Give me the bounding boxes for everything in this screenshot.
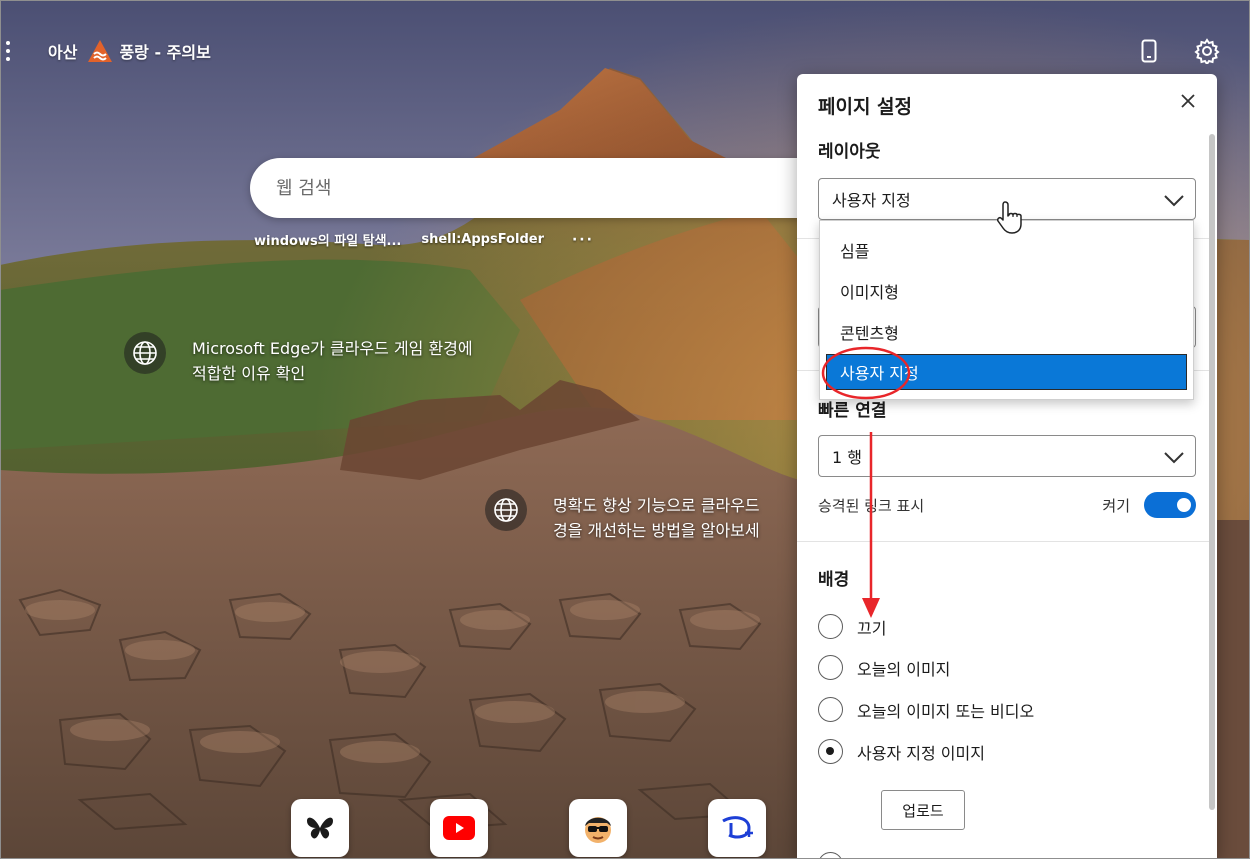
radio-button-selected[interactable] <box>818 739 843 764</box>
chevron-down-icon <box>1163 189 1185 215</box>
chevron-down-icon <box>1163 446 1185 472</box>
background-option-custom-image[interactable]: 사용자 지정 이미지 <box>818 739 985 764</box>
background-section-title: 배경 <box>818 570 850 590</box>
info-card-text: 명확도 향상 기능으로 클라우드 경을 개선하는 방법을 알아보세 <box>553 496 760 540</box>
youtube-icon[interactable] <box>430 799 488 857</box>
hand-cursor-icon <box>997 200 1023 238</box>
layout-dropdown-list: 심플 이미지형 콘텐츠형 사용자 지정 <box>819 220 1194 400</box>
panel-title: 페이지 설정 <box>818 96 913 118</box>
promoted-links-toggle[interactable] <box>1144 492 1196 518</box>
radio-button[interactable] <box>818 614 843 639</box>
info-card-text: Microsoft Edge가 클라우드 게임 환경에 적합한 이유 확인 <box>192 339 473 383</box>
radio-button[interactable] <box>818 697 843 722</box>
layout-section-title: 레이아웃 <box>818 142 881 162</box>
phone-icon[interactable] <box>1136 36 1162 66</box>
page-settings-panel: 페이지 설정 레이아웃 사용자 지정 빠른 연결 1 행 승격된 링크 표시 켜… <box>797 74 1217 859</box>
weather-widget[interactable]: 아산 풍랑 - 주의보 <box>48 39 211 63</box>
top-right-bar <box>1136 36 1220 66</box>
top-left-bar: 아산 풍랑 - 주의보 <box>0 36 211 66</box>
weather-alert-icon <box>87 39 113 63</box>
info-card[interactable]: 명확도 향상 기능으로 클라우드 경을 개선하는 방법을 알아보세 <box>485 489 760 543</box>
background-option-off[interactable]: 끄기 <box>818 614 886 639</box>
search-input[interactable] <box>276 177 850 199</box>
panel-scrollbar[interactable] <box>1209 134 1215 810</box>
more-menu-icon[interactable] <box>0 36 16 66</box>
more-searches-button[interactable]: ··· <box>572 232 594 248</box>
globe-icon <box>485 489 527 531</box>
globe-icon <box>124 332 166 374</box>
disney-plus-icon[interactable] <box>708 799 766 857</box>
layout-select-value: 사용자 지정 <box>832 191 911 210</box>
layout-option-custom[interactable]: 사용자 지정 <box>826 354 1187 390</box>
weather-alert-text: 풍랑 - 주의보 <box>119 43 211 62</box>
avatar-sunglasses-icon[interactable] <box>569 799 627 857</box>
toggle-state-label: 켜기 <box>1102 496 1130 515</box>
recent-searches: windows의 파일 탐색... shell:AppsFolder ··· <box>254 230 594 250</box>
radio-button[interactable] <box>818 852 843 859</box>
promoted-links-label: 승격된 링크 표시 <box>818 497 925 515</box>
quick-links-rows-select[interactable]: 1 행 <box>818 435 1196 477</box>
background-option-image-or-video[interactable]: 오늘의 이미지 또는 비디오 <box>818 697 1034 722</box>
info-card[interactable]: Microsoft Edge가 클라우드 게임 환경에 적합한 이유 확인 <box>124 332 473 386</box>
background-option-image-of-day[interactable]: 오늘의 이미지 <box>818 655 950 680</box>
layout-option-content[interactable]: 콘텐츠형 <box>820 311 1193 352</box>
recent-search-item[interactable]: shell:AppsFolder <box>421 232 544 247</box>
section-divider <box>797 541 1209 542</box>
weather-city: 아산 <box>48 43 78 62</box>
butterfly-icon[interactable] <box>291 799 349 857</box>
recent-search-item[interactable]: windows의 파일 탐색... <box>254 230 401 249</box>
quick-link-tiles <box>291 799 766 857</box>
quick-links-rows-value: 1 행 <box>832 448 862 467</box>
upload-button[interactable]: 업로드 <box>881 790 965 830</box>
gear-icon[interactable] <box>1194 36 1220 66</box>
radio-button[interactable] <box>818 655 843 680</box>
promoted-links-toggle-row: 켜기 <box>1102 492 1196 518</box>
layout-option-image[interactable]: 이미지형 <box>820 270 1193 311</box>
web-search-box[interactable] <box>250 158 850 218</box>
close-icon[interactable] <box>1177 90 1199 112</box>
